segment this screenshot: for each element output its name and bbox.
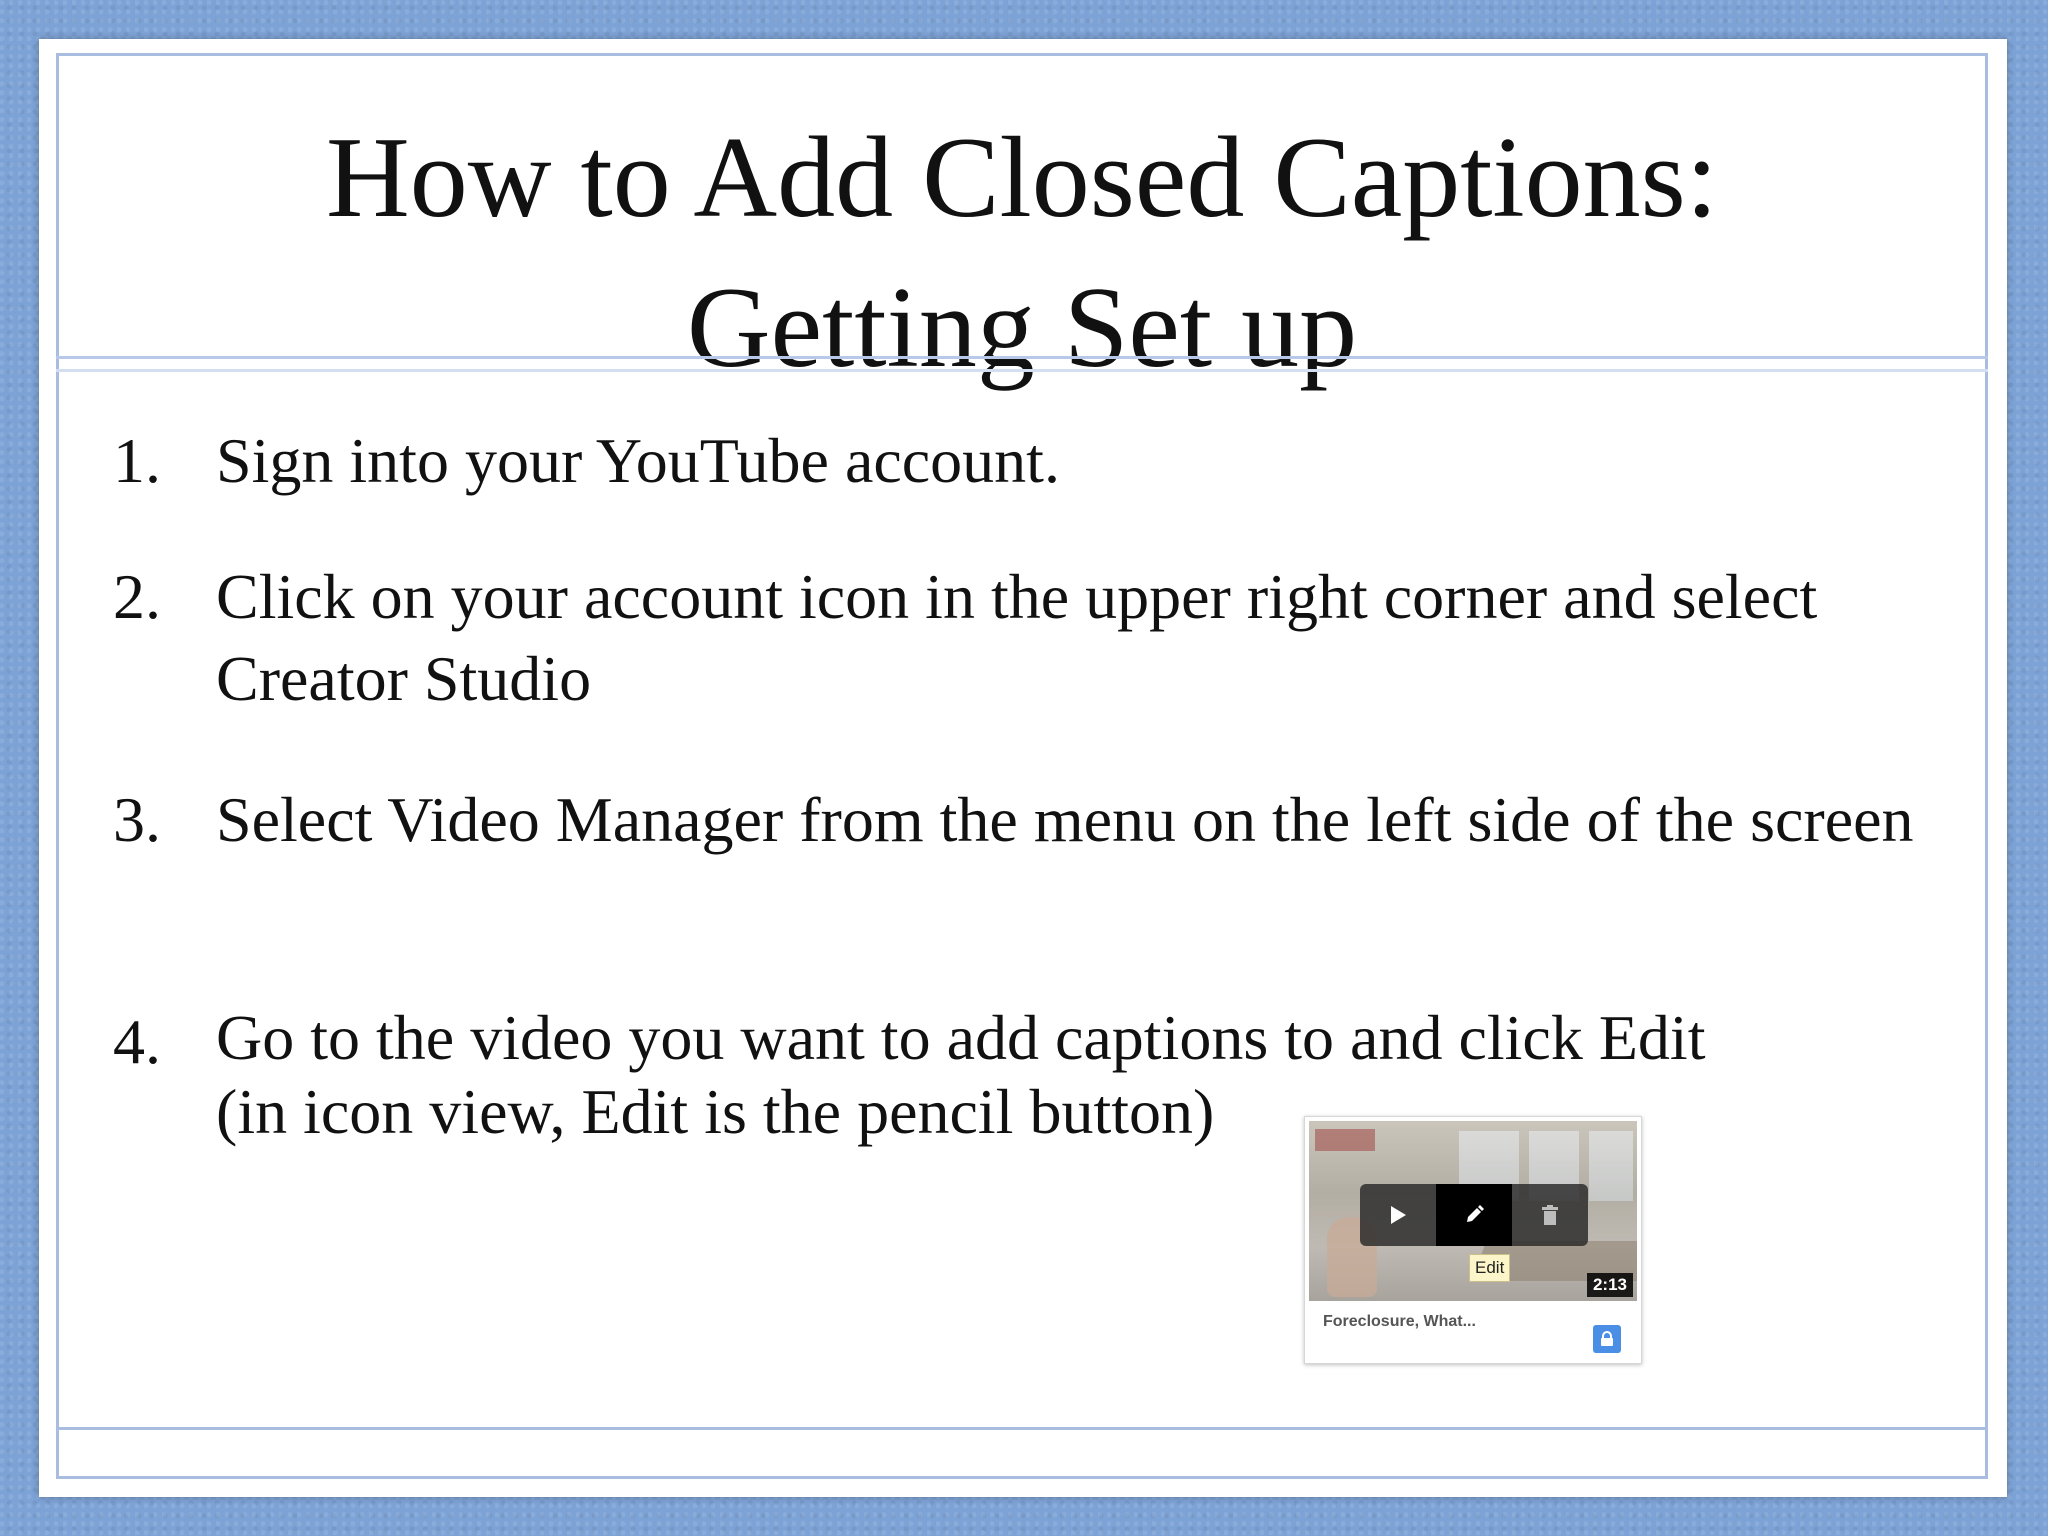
step-text: Select Video Manager from the menu on th… xyxy=(216,784,1914,855)
step-number: 3. xyxy=(113,784,161,855)
title-divider-secondary xyxy=(56,369,1988,372)
step-text-line-2: (in icon view, Edit is the pencil button… xyxy=(216,1076,1215,1147)
video-card-screenshot: Edit 2:13 Foreclosure, What... xyxy=(1304,1116,1642,1364)
footer-divider xyxy=(56,1427,1988,1430)
step-text: Go to the video you want to add captions… xyxy=(216,1001,1976,1149)
step-number: 1. xyxy=(113,425,161,496)
title-divider xyxy=(56,356,1988,359)
duration-badge: 2:13 xyxy=(1586,1273,1633,1297)
play-button[interactable] xyxy=(1360,1184,1436,1246)
edit-tooltip: Edit xyxy=(1469,1254,1511,1282)
step-number: 2. xyxy=(113,561,161,632)
delete-button[interactable] xyxy=(1512,1184,1588,1246)
video-thumbnail: Edit 2:13 xyxy=(1309,1121,1637,1301)
video-title-link[interactable]: Foreclosure, What... xyxy=(1323,1313,1476,1331)
step-text-line-1: Go to the video you want to add captions… xyxy=(216,1002,1706,1073)
privacy-button[interactable] xyxy=(1593,1325,1621,1353)
title-line-1: How to Add Closed Captions: xyxy=(325,114,1719,242)
video-action-bar xyxy=(1360,1184,1588,1246)
play-icon xyxy=(1391,1206,1406,1224)
step-text: Sign into your YouTube account. xyxy=(216,425,1060,496)
step-number: 4. xyxy=(113,1006,161,1077)
title-line-2: Getting Set up xyxy=(686,264,1358,392)
slide: How to Add Closed Captions: Getting Set … xyxy=(39,39,2007,1497)
trash-icon xyxy=(1542,1205,1558,1225)
edit-button[interactable] xyxy=(1436,1184,1512,1246)
lock-icon xyxy=(1601,1331,1613,1346)
pencil-icon xyxy=(1467,1205,1484,1222)
step-text: Click on your account icon in the upper … xyxy=(216,561,1818,714)
